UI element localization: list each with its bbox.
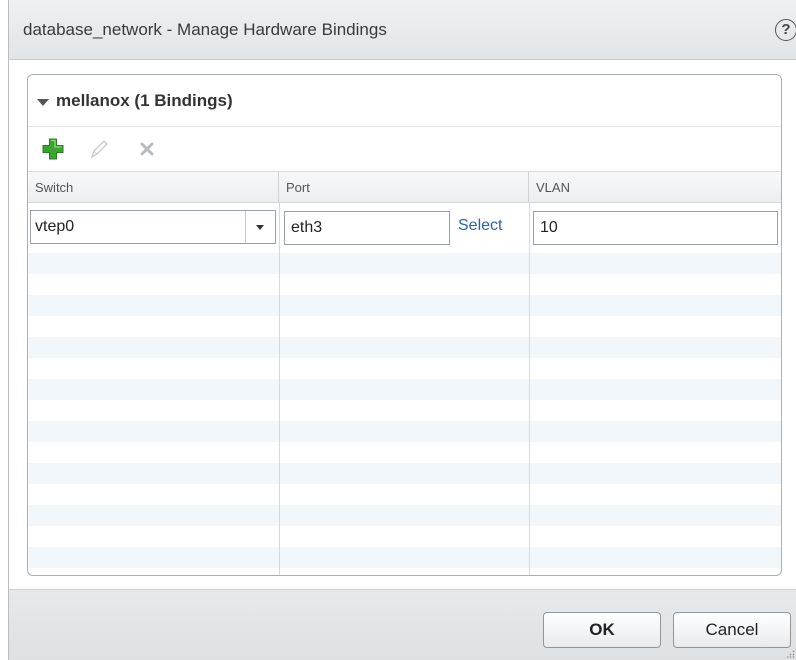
table-row-stripe	[28, 421, 781, 442]
table-row-stripe	[28, 253, 781, 274]
table-row-stripe	[28, 295, 781, 316]
bindings-table-header: Switch Port VLAN	[28, 171, 781, 203]
edit-binding-button[interactable]	[86, 136, 112, 162]
plus-icon	[42, 138, 64, 160]
port-input[interactable]	[284, 211, 450, 245]
table-row-stripe	[28, 547, 781, 568]
add-binding-button[interactable]	[40, 136, 66, 162]
table-row-stripe	[28, 337, 781, 358]
manage-hardware-bindings-dialog: database_network - Manage Hardware Bindi…	[8, 0, 796, 660]
bindings-toolbar	[28, 128, 781, 170]
group-title: mellanox (1 Bindings)	[56, 91, 233, 110]
group-header[interactable]: mellanox (1 Bindings)	[28, 75, 781, 127]
chevron-down-icon[interactable]	[245, 211, 275, 243]
table-row-stripe	[28, 379, 781, 400]
switch-select[interactable]: vtep0	[30, 210, 276, 244]
select-port-link[interactable]: Select	[458, 217, 502, 235]
dialog-footer: OK Cancel	[9, 589, 796, 660]
collapse-triangle-icon[interactable]	[37, 99, 49, 106]
column-header-port[interactable]: Port	[279, 172, 529, 203]
dialog-title-bar: database_network - Manage Hardware Bindi…	[9, 0, 796, 60]
table-row-stripe	[28, 505, 781, 526]
vlan-input[interactable]	[533, 211, 778, 245]
column-header-vlan[interactable]: VLAN	[529, 172, 781, 203]
close-icon	[140, 142, 154, 156]
bindings-panel: mellanox (1 Bindings) Switch Port VLAN v…	[27, 74, 782, 576]
resize-grip-icon[interactable]	[787, 650, 795, 658]
bindings-table-body: vtep0 Select	[28, 203, 781, 575]
pencil-icon	[90, 140, 108, 159]
column-divider	[529, 203, 530, 575]
delete-binding-button[interactable]	[134, 136, 160, 162]
ok-button[interactable]: OK	[543, 612, 661, 648]
column-divider	[279, 203, 280, 575]
switch-select-value: vtep0	[35, 218, 75, 235]
help-icon[interactable]: ?	[775, 19, 796, 41]
cancel-button[interactable]: Cancel	[673, 612, 791, 648]
column-header-switch[interactable]: Switch	[28, 172, 279, 203]
dialog-title: database_network - Manage Hardware Bindi…	[23, 20, 387, 39]
table-row-stripe	[28, 463, 781, 484]
